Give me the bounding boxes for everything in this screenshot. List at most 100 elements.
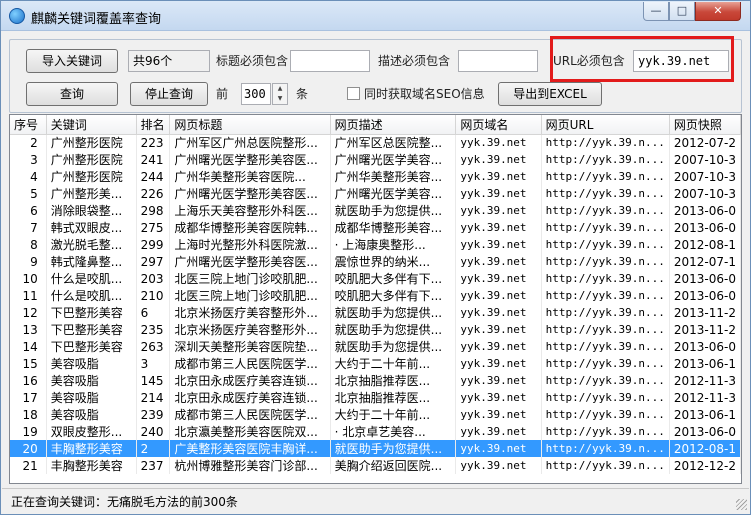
table-cell: http://yyk.39.n... (541, 440, 670, 457)
table-cell: 下巴整形美容 (46, 321, 137, 338)
table-row[interactable]: 19 双眼皮整形... 240 北京瀛美整形美容医院双... · 北京卓艺美容... yy… (10, 423, 741, 440)
table-cell: yyk.39.net (455, 304, 542, 321)
table-cell: http://yyk.39.n... (541, 253, 670, 270)
close-button[interactable]: ✕ (695, 2, 741, 21)
app-logo-icon (9, 8, 25, 24)
column-header[interactable]: 网页标题 (169, 115, 331, 135)
table-cell: 223 (136, 134, 171, 151)
table-cell: yyk.39.net (455, 202, 542, 219)
table-cell: 239 (136, 406, 171, 423)
table-cell: 299 (136, 236, 171, 253)
table-cell: 广州曙光医学美容... (330, 185, 457, 202)
table-cell: 成都华博整形美容医院韩... (169, 219, 331, 236)
table-row[interactable]: 4 广州整形医院 244 广州华美整形美容医院... 广州华美整形美容... yyk.39… (10, 168, 741, 185)
table-cell: 6 (136, 304, 171, 321)
table-cell: 16 (10, 372, 47, 389)
column-header[interactable]: 序号 (10, 115, 47, 135)
stop-query-button[interactable]: 停止查询 (130, 82, 208, 106)
spin-down-icon[interactable]: ▼ (273, 94, 287, 104)
results-table[interactable]: 序号 关键词 排名 网页标题 网页描述 网页域名 网页URL 网页快照 2 广州整形医院 223 广… (9, 114, 742, 484)
import-keywords-button[interactable]: 导入关键词 (26, 49, 118, 73)
table-row[interactable]: 15 美容吸脂 3 成都市第三人民医院医学... 大约于二十年前... yyk.39.ne… (10, 355, 741, 372)
table-cell: 丰胸整形美容 (46, 457, 137, 474)
top-n-input[interactable]: 300 (241, 83, 271, 105)
table-cell: 3 (136, 355, 171, 372)
table-cell: 广州华美整形美容... (330, 168, 457, 185)
table-cell: yyk.39.net (455, 253, 542, 270)
table-cell: 广州整形医院 (46, 151, 137, 168)
column-header[interactable]: 网页域名 (455, 115, 542, 135)
table-cell: 21 (10, 457, 47, 474)
table-cell: · 北京卓艺美容... (330, 423, 457, 440)
table-cell: 北医三院上地门诊咬肌肥... (169, 270, 331, 287)
table-row[interactable]: 6 消除眼袋整... 298 上海乐天美容整形外科医... 就医助手为您提供... yyk… (10, 202, 741, 219)
table-cell: 2013-06-0 (669, 219, 741, 236)
title-contains-input[interactable] (290, 50, 370, 72)
table-cell: 丰胸整形美容 (46, 440, 137, 457)
table-cell: 3 (10, 151, 47, 168)
table-cell: 韩式隆鼻整... (46, 253, 137, 270)
table-row[interactable]: 3 广州整形医院 241 广州曙光医学整形美容医... 广州曙光医学美容... yyk.3… (10, 151, 741, 168)
table-cell: 244 (136, 168, 171, 185)
table-cell: 203 (136, 270, 171, 287)
desc-contains-input[interactable] (458, 50, 538, 72)
column-header[interactable]: 排名 (136, 115, 171, 135)
table-row[interactable]: 14 下巴整形美容 263 深圳天美整形美容医院垫... 就医助手为您提供... yyk.… (10, 338, 741, 355)
spin-up-icon[interactable]: ▲ (273, 84, 287, 94)
table-cell: 214 (136, 389, 171, 406)
column-header[interactable]: 关键词 (46, 115, 137, 135)
table-row[interactable]: 20 丰胸整形美容 2 广美整形美容医院丰胸详... 就医助手为您提供... yyk.39… (10, 440, 741, 457)
table-row[interactable]: 13 下巴整形美容 235 北京米扬医疗美容整形外... 就医助手为您提供... yyk.… (10, 321, 741, 338)
table-row[interactable]: 12 下巴整形美容 6 北京米扬医疗美容整形外... 就医助手为您提供... yyk.39… (10, 304, 741, 321)
table-cell: yyk.39.net (455, 406, 542, 423)
table-cell: http://yyk.39.n... (541, 355, 670, 372)
table-cell: 广州整形美... (46, 185, 137, 202)
query-button[interactable]: 查询 (26, 82, 118, 106)
column-header[interactable]: 网页URL (541, 115, 670, 135)
table-cell: 14 (10, 338, 47, 355)
table-cell: 12 (10, 304, 47, 321)
table-cell: 成都市第三人民医院医学... (169, 406, 331, 423)
table-cell: 2013-06-0 (669, 287, 741, 304)
table-cell: 广州军区广州总医院整形... (169, 134, 331, 151)
table-row[interactable]: 2 广州整形医院 223 广州军区广州总医院整形... 广州军区总医院整... yyk.3… (10, 134, 741, 151)
top-n-spinner[interactable]: ▲ ▼ (272, 83, 288, 105)
table-cell: yyk.39.net (455, 355, 542, 372)
table-cell: 10 (10, 270, 47, 287)
table-cell: 杭州博雅整形美容门诊部... (169, 457, 331, 474)
export-excel-button[interactable]: 导出到EXCEL (498, 82, 602, 106)
status-bar: 正在查询关键词：无痛脱毛方法的前300条 (2, 488, 749, 512)
resize-grip-icon[interactable] (736, 499, 747, 510)
table-cell: http://yyk.39.n... (541, 185, 670, 202)
title-bar[interactable]: 麒麟关键词覆盖率查询 — □ ✕ (1, 1, 750, 31)
table-row[interactable]: 21 丰胸整形美容 237 杭州博雅整形美容门诊部... 美胸介绍返回医院... yyk.… (10, 457, 741, 474)
table-cell: 2012-11-3 (669, 372, 741, 389)
table-row[interactable]: 5 广州整形美... 226 广州曙光医学整形美容医... 广州曙光医学美容... yyk… (10, 185, 741, 202)
table-row[interactable]: 7 韩式双眼皮... 275 成都华博整形美容医院韩... 成都华博整形美容... yyk… (10, 219, 741, 236)
table-cell: · 上海康奥整形... (330, 236, 457, 253)
table-cell: 2012-08-1 (669, 440, 741, 457)
table-cell: 大约于二十年前... (330, 406, 457, 423)
table-row[interactable]: 8 激光脱毛整... 299 上海时光整形外科医院激... · 上海康奥整形... yyk… (10, 236, 741, 253)
table-cell: http://yyk.39.n... (541, 338, 670, 355)
column-header[interactable]: 网页描述 (330, 115, 457, 135)
url-filter-highlight (550, 36, 734, 82)
seo-info-checkbox[interactable] (347, 87, 360, 100)
maximize-button[interactable]: □ (669, 2, 695, 21)
table-cell: 8 (10, 236, 47, 253)
table-cell: 就医助手为您提供... (330, 338, 457, 355)
table-cell: 就医助手为您提供... (330, 321, 457, 338)
table-row[interactable]: 16 美容吸脂 145 北京田永成医疗美容连锁... 北京抽脂推荐医... yyk.39.… (10, 372, 741, 389)
table-cell: yyk.39.net (455, 270, 542, 287)
table-row[interactable]: 10 什么是咬肌... 203 北医三院上地门诊咬肌肥... 咬肌肥大多伴有下... yy… (10, 270, 741, 287)
table-row[interactable]: 18 美容吸脂 239 成都市第三人民医院医学... 大约于二十年前... yyk.39.… (10, 406, 741, 423)
table-cell: 20 (10, 440, 47, 457)
column-header[interactable]: 网页快照 (669, 115, 741, 135)
table-row[interactable]: 9 韩式隆鼻整... 297 广州曙光医学整形美容医... 震惊世界的纳米... yyk.… (10, 253, 741, 270)
table-cell: 美容吸脂 (46, 372, 137, 389)
table-cell: 19 (10, 423, 47, 440)
table-row[interactable]: 17 美容吸脂 214 北京田永成医疗美容连锁... 北京抽脂推荐医... yyk.39.… (10, 389, 741, 406)
table-cell: 275 (136, 219, 171, 236)
table-row[interactable]: 11 什么是咬肌... 210 北医三院上地门诊咬肌肥... 咬肌肥大多伴有下... yy… (10, 287, 741, 304)
minimize-button[interactable]: — (643, 2, 669, 21)
